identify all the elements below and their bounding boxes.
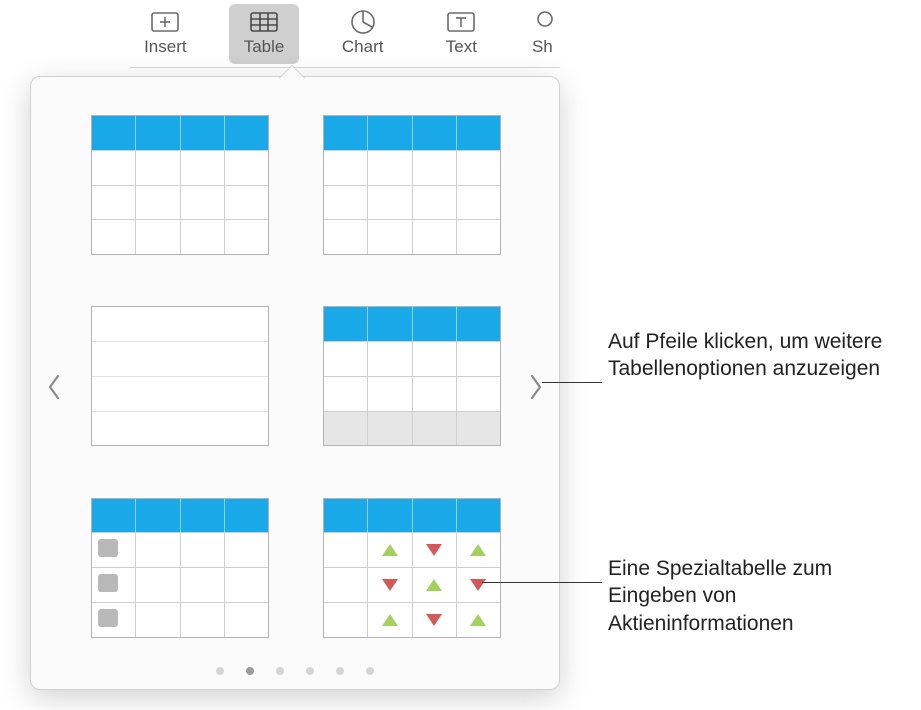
triangle-down-icon <box>470 579 486 591</box>
page-dots <box>31 667 559 675</box>
insert-label: Insert <box>144 37 187 57</box>
next-page-arrow[interactable] <box>521 367 551 407</box>
page-dot[interactable] <box>246 667 254 675</box>
triangle-down-icon <box>382 579 398 591</box>
table-style-stock[interactable] <box>323 498 501 638</box>
triangle-up-icon <box>426 579 442 591</box>
table-style-option[interactable] <box>91 498 269 638</box>
table-style-popover <box>30 76 560 690</box>
callout-arrows: Auf Pfeile klicken, um weitere Tabelleno… <box>608 328 918 383</box>
table-button[interactable]: Table <box>229 4 300 64</box>
table-style-option[interactable] <box>91 306 269 446</box>
table-style-option[interactable] <box>91 115 269 255</box>
triangle-down-icon <box>426 544 442 556</box>
triangle-up-icon <box>382 614 398 626</box>
prev-page-arrow[interactable] <box>39 367 69 407</box>
chart-icon <box>348 10 378 34</box>
text-button[interactable]: Text <box>426 4 497 64</box>
triangle-down-icon <box>426 614 442 626</box>
table-style-option[interactable] <box>323 306 501 446</box>
page-dot[interactable] <box>276 667 284 675</box>
page-dot[interactable] <box>216 667 224 675</box>
callout-stock: Eine Spezialtabelle zum Eingeben von Akt… <box>608 555 908 637</box>
table-icon <box>249 10 279 34</box>
table-label: Table <box>244 37 285 57</box>
chart-button[interactable]: Chart <box>327 4 398 64</box>
triangle-up-icon <box>382 544 398 556</box>
chart-label: Chart <box>342 37 384 57</box>
text-label: Text <box>446 37 477 57</box>
insert-button[interactable]: Insert <box>130 4 201 64</box>
text-icon <box>446 10 476 34</box>
table-style-grid <box>91 115 499 639</box>
shape-button[interactable]: Sh <box>525 4 560 64</box>
page-dot[interactable] <box>306 667 314 675</box>
toolbar: Insert Table Chart <box>130 0 560 68</box>
page-dot[interactable] <box>366 667 374 675</box>
page-dot[interactable] <box>336 667 344 675</box>
shape-label: Sh <box>532 37 553 57</box>
triangle-up-icon <box>470 544 486 556</box>
insert-icon <box>150 10 180 34</box>
table-style-option[interactable] <box>323 115 501 255</box>
shape-icon <box>527 10 557 34</box>
triangle-up-icon <box>470 614 486 626</box>
